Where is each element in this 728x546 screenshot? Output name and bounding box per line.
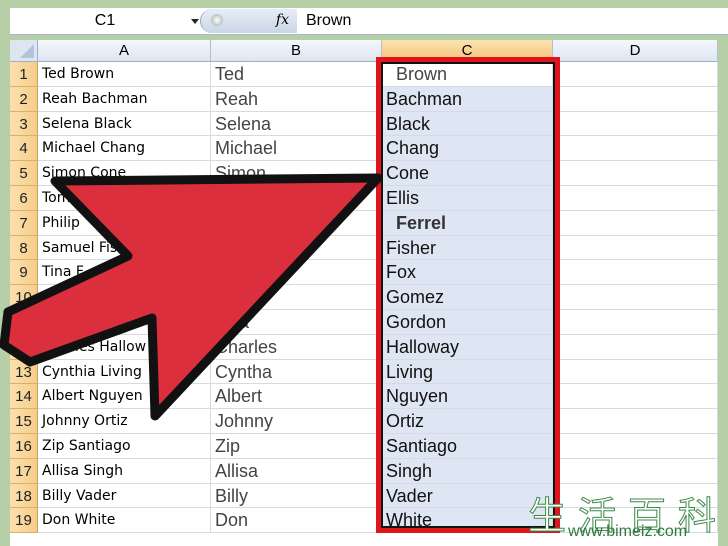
- arrow-icon: [0, 173, 383, 421]
- watermark-url: www.bimeiz.com: [568, 523, 688, 540]
- watermark: 生活百科 www.bimeiz.com: [528, 485, 728, 546]
- arrow-shape: [0, 173, 383, 421]
